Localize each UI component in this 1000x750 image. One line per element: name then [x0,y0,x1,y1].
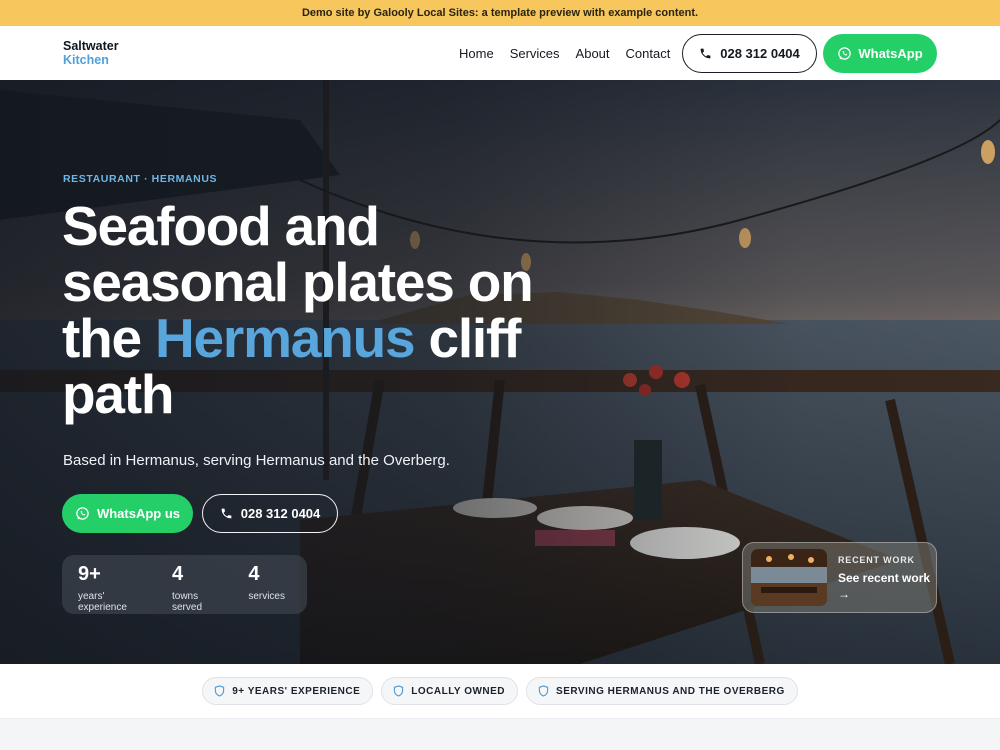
shield-icon [215,685,225,697]
trust-chip-label: LOCALLY OWNED [411,685,506,697]
stat-label: towns served [171,591,202,613]
recent-work-thumbnail [751,549,827,606]
header-whatsapp-button[interactable]: WhatsApp [823,34,937,73]
demo-banner: Demo site by Galooly Local Sites: a temp… [0,0,1000,26]
nav-link-contact[interactable]: Contact [626,46,671,61]
hero-subtitle: Based in Hermanus, serving Hermanus and … [63,452,450,469]
header-call-label: 028 312 0404 [720,46,800,61]
hero-call-label: 028 312 0404 [240,506,321,521]
hero-eyebrow: RESTAURANT · HERMANUS [63,173,218,185]
header-whatsapp-label: WhatsApp [858,46,923,61]
hero-whatsapp-label: WhatsApp us [96,506,181,521]
shield-icon [538,685,549,697]
recent-work-text: RECENT WORK See recent work → [838,555,930,601]
hero-headline: Seafood and seasonal plates on the Herma… [62,198,582,422]
main-nav: Home Services About Contact [459,26,686,80]
brand-line-1: Saltwater [63,39,119,53]
brand-line-2: Kitchen [63,53,109,67]
hero-stats: 9+ years' experience 4 towns served 4 se… [62,555,307,614]
trust-chip-experience: 9+ YEARS' EXPERIENCE [202,677,374,705]
shield-icon [394,685,404,697]
phone-icon [221,508,232,519]
header-call-button[interactable]: 028 312 0404 [682,34,817,73]
phone-icon [700,48,711,59]
recent-work-tag: RECENT WORK [838,554,915,565]
stat-years: 9+ years' experience [78,563,150,614]
trust-chip-area: SERVING HERMANUS AND THE OVERBERG [526,677,798,705]
stat-value: 4 [171,563,184,585]
stat-value: 9+ [78,563,101,585]
hero-section: RESTAURANT · HERMANUS Seafood and season… [0,80,1000,664]
nav-link-services[interactable]: Services [510,46,560,61]
trust-chip-label: SERVING HERMANUS AND THE OVERBERG [556,685,785,697]
nav-link-home[interactable]: Home [459,46,494,61]
whatsapp-icon [838,47,852,60]
stat-label: services [248,591,285,602]
demo-banner-text: Demo site by Galooly Local Sites: a temp… [301,7,699,19]
hero-call-button[interactable]: 028 312 0404 [202,494,338,533]
trust-chip-label: 9+ YEARS' EXPERIENCE [232,685,361,697]
trust-strip: 9+ YEARS' EXPERIENCE LOCALLY OWNED SERVI… [0,664,1000,718]
next-section-edge [0,718,1000,750]
stat-services: 4 services [248,563,285,614]
whatsapp-icon [76,507,89,520]
trust-chip-local: LOCALLY OWNED [381,677,519,705]
stat-label: years' experience [78,591,127,613]
site-header: Saltwater Kitchen Home Services About Co… [0,26,1000,80]
stat-towns: 4 towns served [172,563,226,614]
hero-headline-highlight: Hermanus [154,307,416,369]
recent-work-card[interactable]: RECENT WORK See recent work → [742,542,937,613]
arrow-right-icon: → [838,586,850,601]
brand-logo[interactable]: Saltwater Kitchen [63,39,119,67]
recent-work-link[interactable]: See recent work [838,571,930,585]
nav-link-about[interactable]: About [576,46,610,61]
stat-value: 4 [248,563,260,585]
hero-whatsapp-button[interactable]: WhatsApp us [62,494,193,533]
